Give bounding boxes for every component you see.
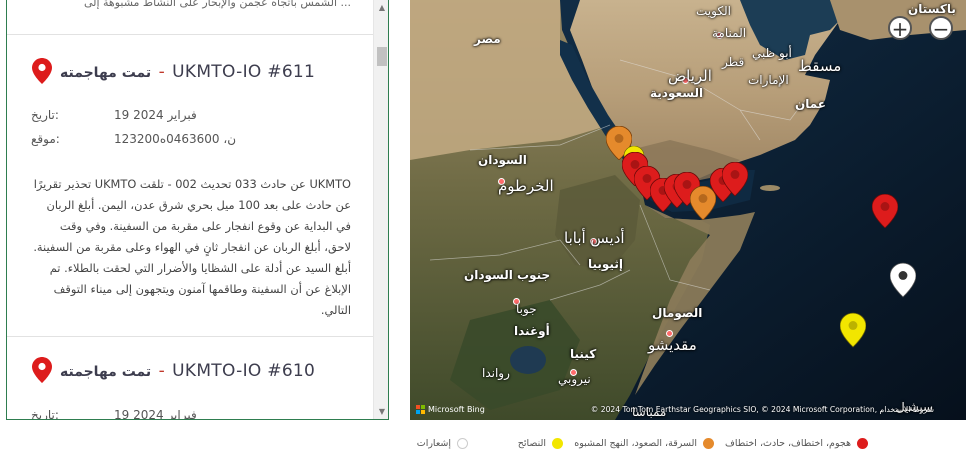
legend-advisory-dot-icon — [552, 438, 563, 449]
label-nairobi: نيروبي — [558, 372, 591, 386]
label-muscat: مسقط — [798, 57, 842, 75]
panel-scrollbar[interactable]: ▲ ▼ — [373, 0, 388, 419]
bing-logo[interactable]: Microsoft Bing — [416, 405, 485, 414]
incident-status: تمت مهاجمته — [60, 364, 152, 380]
legend-item-robbery[interactable]: السرقة، الصعود، النهج المشبوه — [574, 438, 714, 449]
incident-title[interactable]: تمت مهاجمته - UKMTO-IO #611 — [60, 62, 315, 82]
label-mogadishu: مقديشو — [648, 336, 697, 354]
label-juba: جوبا — [516, 302, 537, 316]
incident-marker-attack[interactable] — [872, 194, 898, 228]
legend-label: هجوم، اختطاف، حادث، اختطاف — [725, 438, 851, 449]
scroll-down-arrow-icon[interactable]: ▼ — [374, 404, 388, 419]
map-pin-icon — [32, 357, 52, 383]
incident-marker-notice[interactable] — [890, 262, 916, 298]
location-label: موقع: — [31, 132, 60, 146]
label-khartoum: الخرطوم — [498, 177, 554, 195]
zoom-out-button[interactable]: − — [929, 16, 953, 40]
label-rwanda: رواندا — [482, 366, 510, 380]
incident-marker-attack[interactable] — [722, 162, 748, 196]
label-uganda: أوغندا — [514, 324, 550, 338]
label-egypt: مصر — [474, 32, 501, 46]
incident-title[interactable]: تمت مهاجمته - UKMTO-IO #610 — [60, 361, 315, 381]
previous-incident-snippet: ... الشمس باتجاه عجمن والإبحار على النشا… — [7, 0, 373, 35]
legend-item-notice[interactable]: إشعارات — [417, 438, 468, 449]
incident-card[interactable]: تمت مهاجمته - UKMTO-IO #611 تاريخ: 19 20… — [7, 50, 373, 335]
incident-header[interactable]: تمت مهاجمته - UKMTO-IO #610 — [7, 351, 373, 391]
label-kenya: كينيا — [570, 347, 597, 361]
map-legend: هجوم، اختطاف، حادث، اختطاف السرقة، الصعو… — [408, 438, 868, 454]
legend-notice-dot-icon — [457, 438, 468, 449]
label-uae: الإمارات — [748, 73, 789, 87]
map-pin-icon — [32, 58, 52, 84]
incident-card[interactable]: تمت مهاجمته - UKMTO-IO #610 تاريخ: 19 20… — [7, 351, 373, 420]
date-value: 19 2024 فبراير — [114, 108, 197, 122]
label-oman: عمان — [795, 97, 826, 111]
label-ethiopia: إثيوبيا — [588, 257, 623, 271]
label-somalia: الصومال — [652, 306, 703, 320]
legend-attack-dot-icon — [857, 438, 868, 449]
bing-logo-text: Microsoft Bing — [428, 405, 485, 414]
divider — [7, 336, 373, 337]
incident-description: UKMTO عن حادث 033 تحديث 002 - تلقت UKMTO… — [33, 177, 351, 317]
date-label: تاريخ: — [31, 108, 59, 122]
date-label: تاريخ: — [31, 408, 59, 420]
zoom-in-button[interactable]: + — [888, 16, 912, 40]
legend-label: إشعارات — [416, 438, 451, 449]
label-sudan: السودان — [478, 153, 527, 167]
legend-item-attack[interactable]: هجوم، اختطاف، حادث، اختطاف — [725, 438, 868, 449]
scrollbar-thumb[interactable] — [377, 47, 387, 66]
legend-label: النصائح — [517, 438, 546, 449]
legend-robbery-dot-icon — [703, 438, 714, 449]
location-value: 123200ن، 0463600ه — [114, 132, 237, 146]
previous-incident-text: ... الشمس باتجاه عجمن والإبحار على النشا… — [83, 0, 351, 9]
legend-item-advisory[interactable]: النصائح — [518, 438, 563, 449]
label-qatar: قطر — [722, 55, 745, 69]
label-abudhabi: أبو ظبي — [752, 46, 792, 60]
label-kuwait: الكويت — [696, 4, 731, 18]
incident-map[interactable]: الكويت باكستان مصر المنامة قطر أبو ظبي ا… — [410, 0, 966, 420]
map-attribution[interactable]: © 2024 TomTom Earthstar Geographics SIO,… — [591, 405, 934, 414]
incident-header[interactable]: تمت مهاجمته - UKMTO-IO #611 — [7, 50, 373, 90]
label-riyadh: الرياض — [668, 67, 712, 85]
incident-marker-advisory[interactable] — [840, 312, 866, 348]
incident-code: UKMTO-IO #610 — [172, 361, 316, 381]
label-saudi: السعودية — [650, 86, 704, 100]
microsoft-logo-icon — [416, 405, 425, 414]
label-pakistan: باكستان — [908, 2, 956, 16]
incident-code: UKMTO-IO #611 — [172, 62, 316, 82]
incident-status: تمت مهاجمته — [60, 65, 152, 81]
scroll-up-arrow-icon[interactable]: ▲ — [374, 0, 388, 16]
incident-list-panel[interactable]: ... الشمس باتجاه عجمن والإبحار على النشا… — [6, 0, 389, 420]
title-separator: - — [153, 361, 171, 381]
label-addis: أديس أبابا — [564, 229, 625, 247]
incident-list: ... الشمس باتجاه عجمن والإبحار على النشا… — [7, 0, 373, 420]
date-value: 19 2024 فبراير — [114, 408, 197, 420]
label-manama: المنامة — [712, 26, 747, 40]
legend-label: السرقة، الصعود، النهج المشبوه — [574, 438, 697, 449]
label-southsudan: جنوب السودان — [464, 268, 551, 282]
title-separator: - — [153, 62, 171, 82]
